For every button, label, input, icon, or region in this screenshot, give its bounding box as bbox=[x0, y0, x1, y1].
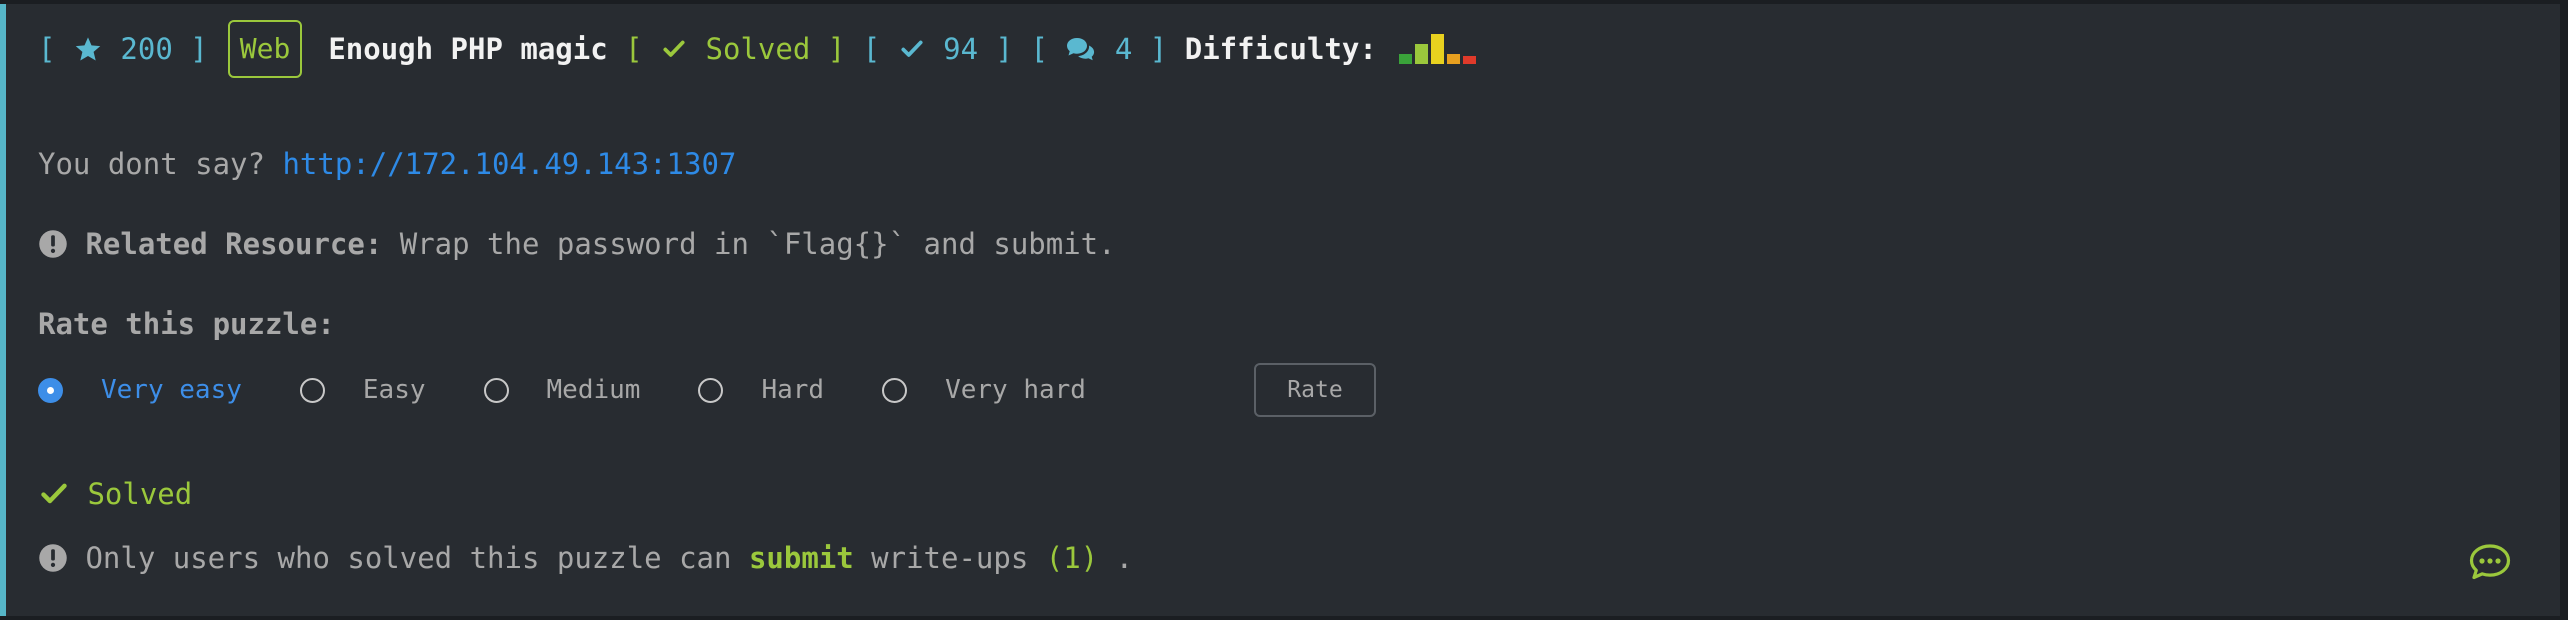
difficulty-bar bbox=[1462, 56, 1476, 64]
rate-button[interactable]: Rate bbox=[1254, 363, 1376, 417]
chat-bubble-icon[interactable] bbox=[2468, 542, 2512, 582]
challenge-url-link[interactable]: http://172.104.49.143:1307 bbox=[282, 147, 736, 181]
rating-option-medium[interactable]: Medium bbox=[483, 375, 641, 405]
challenge-card: [ 200 ] Web Enough PHP magic [ Solved ] … bbox=[0, 4, 2560, 616]
resource-text: Wrap the password in `Flag{}` and submit… bbox=[382, 227, 1116, 261]
difficulty-bar bbox=[1430, 34, 1444, 64]
writeups-count-link[interactable]: (1) bbox=[1046, 541, 1098, 575]
difficulty-bar bbox=[1398, 54, 1412, 64]
solves-bracket-open: [ bbox=[862, 32, 881, 66]
exclamation-circle-icon bbox=[38, 229, 68, 259]
related-resource: Related Resource: Wrap the password in `… bbox=[38, 224, 1116, 264]
check-icon bbox=[38, 480, 70, 508]
radio-medium[interactable] bbox=[483, 377, 509, 403]
category-badge[interactable]: Web bbox=[227, 20, 303, 78]
description-text: You dont say? bbox=[38, 147, 283, 181]
challenge-description: You dont say? http://172.104.49.143:1307 bbox=[38, 144, 736, 184]
writeups-prefix: Only users who solved this puzzle can bbox=[85, 541, 749, 575]
status-text: Solved bbox=[705, 32, 811, 66]
rating-label: Medium bbox=[546, 375, 641, 405]
radio-hard[interactable] bbox=[698, 377, 724, 403]
rating-options: Very easy Easy Medium Hard Very hard bbox=[38, 370, 1086, 410]
comments-count: 4 bbox=[1114, 32, 1133, 66]
difficulty-bar bbox=[1446, 54, 1460, 64]
difficulty-bars bbox=[1398, 34, 1479, 64]
status-bracket-close: ] bbox=[827, 32, 846, 66]
rating-label: Easy bbox=[362, 375, 426, 405]
rating-option-easy[interactable]: Easy bbox=[299, 375, 426, 405]
rating-label: Very hard bbox=[945, 375, 1086, 405]
writeups-notice: Only users who solved this puzzle can su… bbox=[38, 538, 1133, 578]
rating-label: Very easy bbox=[101, 375, 242, 405]
star-icon bbox=[73, 35, 103, 63]
writeups-middle: write-ups bbox=[853, 541, 1046, 575]
comments-icon[interactable] bbox=[1065, 36, 1097, 62]
challenge-title: Enough PHP magic bbox=[328, 32, 608, 66]
points-bracket-open: [ bbox=[38, 32, 56, 66]
radio-easy[interactable] bbox=[299, 377, 325, 403]
status-bracket-open: [ bbox=[625, 32, 643, 66]
comments-bracket-close: ] bbox=[1149, 32, 1168, 66]
difficulty-bar bbox=[1414, 44, 1428, 64]
submit-writeup-link[interactable]: submit bbox=[749, 541, 854, 575]
solved-label: Solved bbox=[87, 477, 193, 511]
rate-title: Rate this puzzle: bbox=[38, 307, 335, 341]
radio-very-hard[interactable] bbox=[882, 377, 908, 403]
rating-option-very-easy[interactable]: Very easy bbox=[38, 375, 242, 405]
rate-title-row: Rate this puzzle: bbox=[38, 304, 335, 344]
resource-label: Related Resource: bbox=[85, 227, 383, 261]
radio-very-easy[interactable] bbox=[38, 377, 63, 403]
check-icon bbox=[898, 36, 926, 62]
rating-option-hard[interactable]: Hard bbox=[698, 375, 824, 405]
difficulty-label: Difficulty: bbox=[1184, 32, 1377, 66]
check-icon bbox=[660, 36, 688, 62]
points-bracket-close: ] bbox=[190, 32, 208, 66]
writeups-suffix: . bbox=[1098, 541, 1134, 575]
solved-status: Solved bbox=[38, 474, 192, 514]
points-value: 200 bbox=[120, 32, 173, 66]
exclamation-circle-icon bbox=[38, 543, 68, 573]
comments-bracket-open: [ bbox=[1030, 32, 1048, 66]
rating-label: Hard bbox=[761, 375, 825, 405]
solves-bracket-close: ] bbox=[995, 32, 1013, 66]
rating-option-very-hard[interactable]: Very hard bbox=[882, 375, 1086, 405]
solves-count: 94 bbox=[943, 32, 979, 66]
challenge-header: [ 200 ] Web Enough PHP magic [ Solved ] … bbox=[38, 18, 1479, 80]
